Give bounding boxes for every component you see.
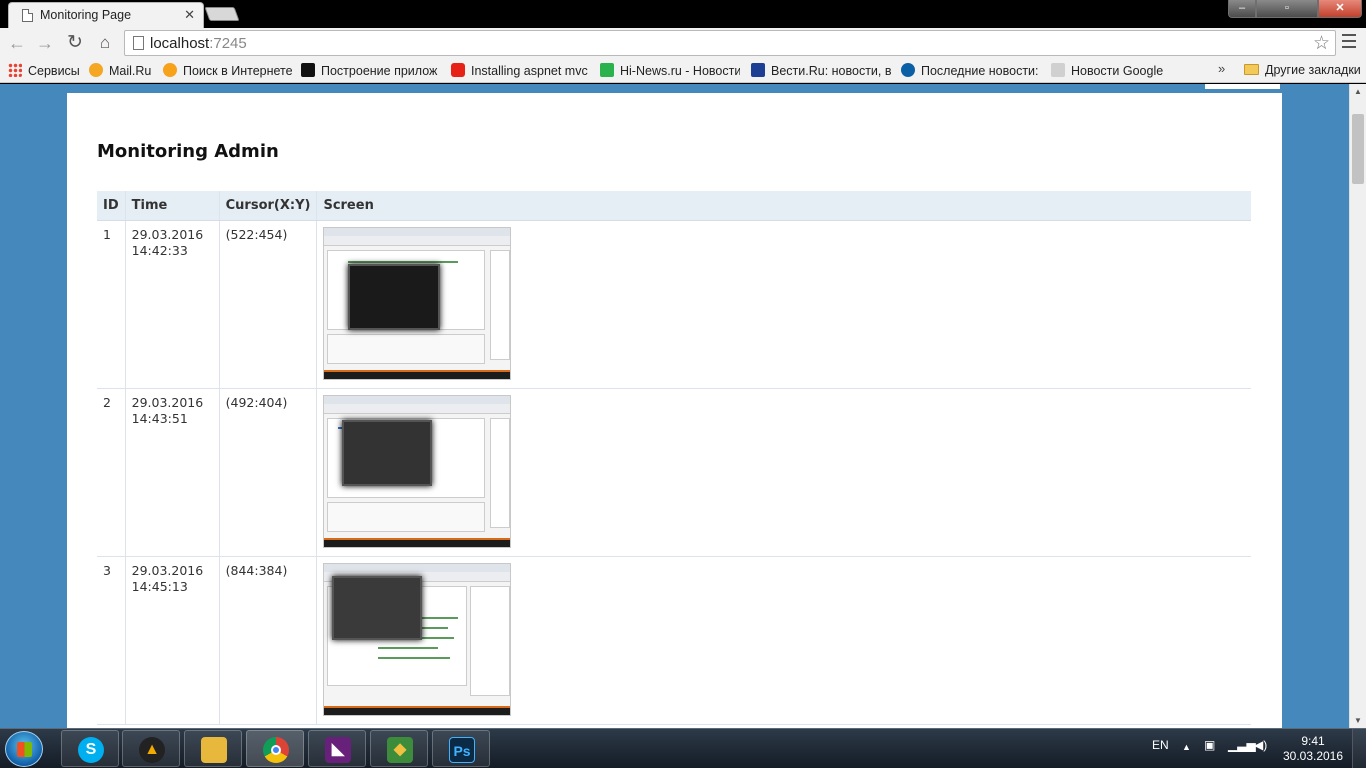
folder-icon (201, 737, 227, 763)
aimp-icon: ▲ (139, 737, 165, 763)
folder-icon (1244, 64, 1259, 75)
new-tab-button[interactable] (204, 7, 240, 21)
network-signal-icon[interactable]: ▁▃▅ (1228, 738, 1256, 752)
column-header-screen: Screen (316, 191, 1251, 221)
tab-close-icon[interactable]: ✕ (184, 7, 195, 23)
clock-date: 30.03.2016 (1282, 749, 1344, 763)
reload-icon[interactable]: ↻ (64, 32, 86, 54)
hinews-cube-icon (600, 63, 614, 77)
cell-screen (316, 220, 1251, 389)
more-bookmarks-chevron-icon[interactable]: » (1218, 61, 1225, 76)
bookmark-star-icon[interactable]: ☆ (1313, 32, 1330, 55)
git-extensions-icon: ◆ (387, 737, 413, 763)
show-hidden-icons-arrow-icon[interactable]: ▲ (1182, 742, 1191, 752)
taskbar-skype[interactable]: S (61, 730, 119, 767)
vesti-icon (751, 63, 765, 77)
screenshot-thumbnail[interactable] (323, 394, 512, 548)
maximize-button[interactable]: ▫ (1256, 0, 1318, 18)
screenshot-thumbnail[interactable] (323, 226, 512, 380)
forward-arrow-icon[interactable]: → (34, 32, 56, 54)
taskbar-git-extensions[interactable]: ◆ (370, 730, 428, 767)
page-icon (133, 36, 144, 50)
bookmark-mailru[interactable]: Mail.Ru (89, 63, 153, 79)
column-header-id: ID (97, 191, 126, 221)
system-clock[interactable]: 9:41 30.03.2016 (1280, 734, 1346, 764)
taskbar-photoshop[interactable]: Ps (432, 730, 490, 767)
tab-title: Monitoring Page (40, 8, 132, 22)
bookmark-google-news[interactable]: Новости Google (1051, 63, 1171, 79)
language-indicator[interactable]: EN (1152, 738, 1169, 752)
page-viewport: Monitoring Admin ID Time Cursor(X:Y) Scr… (0, 84, 1349, 728)
taskbar-chrome[interactable] (246, 730, 304, 767)
other-bookmarks-folder[interactable]: Другие закладки (1244, 63, 1362, 79)
page-icon (22, 9, 33, 22)
news-circle-icon (901, 63, 915, 77)
bookmark-search[interactable]: Поиск в Интернете (163, 63, 293, 79)
search-magnifier-icon (163, 63, 177, 77)
bookmark-latest-news[interactable]: Последние новости: (901, 63, 1041, 79)
bookmark-services[interactable]: Сервисы (8, 63, 80, 79)
close-window-button[interactable]: ✕ (1318, 0, 1362, 18)
page-title: Monitoring Admin (97, 141, 279, 162)
bookmark-mvc-build[interactable]: Построение прилож (301, 63, 441, 79)
cell-id: 3 (97, 556, 126, 725)
column-header-time: Time (124, 191, 220, 221)
screenshot-thumbnail[interactable] (323, 562, 512, 716)
page-scrollbar[interactable]: ▲ ▼ (1349, 84, 1366, 728)
youtube-icon (451, 63, 465, 77)
cell-cursor: (492:404) (218, 388, 317, 557)
table-row: 3 29.03.2016 14:45:13 (844:384) (97, 556, 1251, 725)
table-row: 2 29.03.2016 14:43:51 (492:404) (97, 388, 1251, 557)
address-bar[interactable]: localhost:7245 ☆ (124, 30, 1336, 56)
windows-taskbar: S ▲ ◣ ◆ Ps EN ▲ ▣ ▁▃▅ ◀) 9:41 30.03.2016 (0, 728, 1366, 768)
chrome-menu-icon[interactable] (1342, 34, 1356, 50)
cell-time: 29.03.2016 14:42:33 (124, 220, 220, 389)
scrollbar-thumb[interactable] (1352, 114, 1364, 184)
show-desktop-button[interactable] (1352, 729, 1366, 768)
cell-time: 29.03.2016 14:45:13 (124, 556, 220, 725)
bookmark-hinews[interactable]: Hi-News.ru - Новости (600, 63, 740, 79)
mailru-icon (89, 63, 103, 77)
bookmark-youtube[interactable]: Installing aspnet mvc (451, 63, 589, 79)
monitoring-table: ID Time Cursor(X:Y) Screen 1 29.03.2016 1… (97, 191, 1251, 725)
url-text: localhost:7245 (150, 35, 247, 52)
metanit-icon (301, 63, 315, 77)
apps-grid-icon (8, 63, 22, 77)
cell-time: 29.03.2016 14:43:51 (124, 388, 220, 557)
cell-id: 1 (97, 220, 126, 389)
skype-icon: S (78, 737, 104, 763)
volume-icon[interactable]: ◀) (1254, 738, 1267, 752)
taskbar-aimp[interactable]: ▲ (122, 730, 180, 767)
taskbar-visual-studio[interactable]: ◣ (308, 730, 366, 767)
usb-device-icon[interactable]: ▣ (1204, 738, 1215, 752)
home-icon[interactable]: ⌂ (94, 32, 116, 54)
bookmark-vesti[interactable]: Вести.Ru: новости, ви (751, 63, 891, 79)
content-card: Monitoring Admin ID Time Cursor(X:Y) Scr… (67, 93, 1282, 728)
cell-cursor: (522:454) (218, 220, 317, 389)
browser-tab-strip: Monitoring Page ✕ – ▫ ✕ (0, 0, 1366, 28)
photoshop-icon: Ps (449, 737, 475, 763)
cell-screen (316, 388, 1251, 557)
clock-time: 9:41 (1301, 734, 1325, 748)
page-top-strip (1205, 84, 1280, 89)
scroll-up-icon[interactable]: ▲ (1354, 87, 1362, 96)
tab-monitoring-page[interactable]: Monitoring Page ✕ (8, 2, 204, 28)
visual-studio-icon: ◣ (325, 737, 351, 763)
table-row: 1 29.03.2016 14:42:33 (522:454) (97, 220, 1251, 389)
start-button[interactable] (5, 731, 43, 767)
chrome-icon (263, 737, 289, 763)
scroll-down-icon[interactable]: ▼ (1354, 716, 1362, 725)
browser-toolbar: ← → ↻ ⌂ localhost:7245 ☆ (0, 28, 1366, 58)
bookmarks-bar: Сервисы Mail.Ru Поиск в Интернете Постро… (0, 58, 1366, 83)
cell-cursor: (844:384) (218, 556, 317, 725)
table-header-row: ID Time Cursor(X:Y) Screen (97, 191, 1251, 221)
minimize-button[interactable]: – (1228, 0, 1256, 18)
google-news-icon (1051, 63, 1065, 77)
taskbar-explorer[interactable] (184, 730, 242, 767)
back-arrow-icon[interactable]: ← (6, 32, 28, 54)
column-header-cursor: Cursor(X:Y) (218, 191, 317, 221)
cell-id: 2 (97, 388, 126, 557)
cell-screen (316, 556, 1251, 725)
